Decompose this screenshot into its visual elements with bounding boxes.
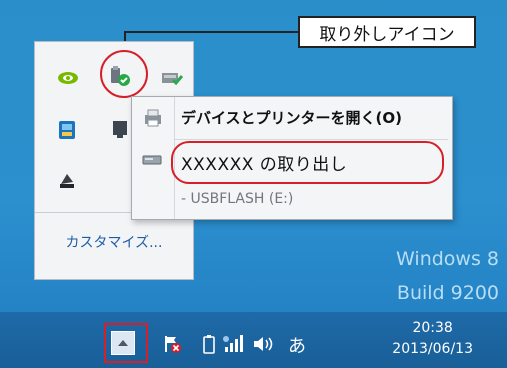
- chevron-up-icon: [118, 340, 128, 346]
- clock-time: 20:38: [412, 320, 453, 336]
- clock-date: 2013/06/13: [392, 341, 473, 357]
- battery-icon[interactable]: [202, 334, 216, 354]
- action-center-flag-icon[interactable]: [162, 334, 182, 354]
- windows-version-text: Windows 8: [396, 248, 499, 270]
- usb-drive-icon: [142, 155, 162, 165]
- taskbar: あ 20:38 2013/06/13: [0, 312, 507, 368]
- volume-icon[interactable]: [252, 334, 274, 354]
- callout-label: 取り外しアイコン: [298, 16, 476, 48]
- app-icon[interactable]: [57, 120, 79, 140]
- menu-separator: [174, 139, 448, 140]
- windows-build-text: Build 9200: [396, 282, 499, 304]
- show-hidden-icons-button[interactable]: [111, 331, 135, 355]
- driver-update-icon[interactable]: [161, 68, 183, 88]
- ime-indicator[interactable]: あ: [288, 332, 306, 357]
- eject-item-highlight: [171, 141, 444, 184]
- menu-item-drive: - USBFLASH (E:): [181, 191, 294, 207]
- icon-highlight-circle: [100, 50, 148, 98]
- menu-icon-column: [132, 97, 175, 219]
- customize-link[interactable]: カスタマイズ...: [35, 232, 193, 252]
- network-icon[interactable]: [57, 170, 79, 190]
- monitor-icon[interactable]: [111, 120, 133, 140]
- clock[interactable]: 20:38 2013/06/13: [392, 318, 473, 360]
- network-signal-icon[interactable]: [222, 334, 244, 354]
- nvidia-icon[interactable]: [57, 68, 79, 88]
- menu-item-open-devices-printers[interactable]: デバイスとプリンターを開く(O): [181, 107, 402, 128]
- printer-icon: [145, 109, 161, 127]
- callout-connector: [124, 31, 298, 33]
